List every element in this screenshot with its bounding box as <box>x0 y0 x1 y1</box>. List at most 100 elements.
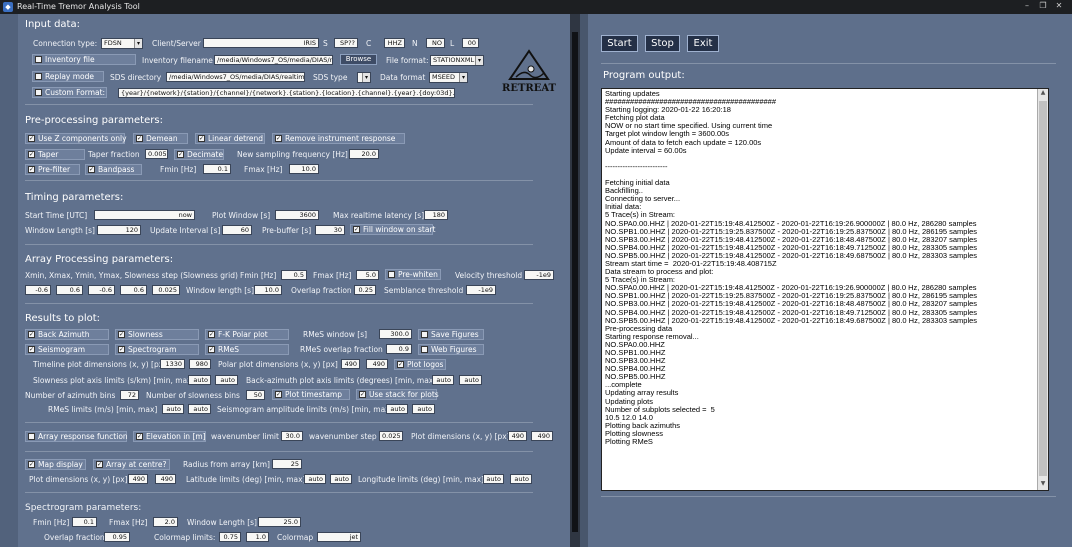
demean-checkbox[interactable]: ✓ Demean <box>133 133 188 144</box>
pane-divider[interactable] <box>580 14 588 547</box>
slowness-step-input[interactable]: 0.025 <box>152 285 180 295</box>
colormap-min-input[interactable]: 0.75 <box>219 532 241 542</box>
wavenumber-step-input[interactable]: 0.025 <box>379 431 403 441</box>
connection-type-select[interactable]: FDSN ▾ <box>101 38 143 49</box>
arf-plot-y-input[interactable]: 490 <box>531 431 553 441</box>
plot-timestamp-checkbox[interactable]: ✓ Plot timestamp <box>272 389 350 400</box>
map-plot-y-input[interactable]: 490 <box>155 474 176 484</box>
timeline-y-input[interactable]: 980 <box>189 359 211 369</box>
prewhiten-checkbox[interactable]: Pre-whiten <box>385 269 441 280</box>
decimate-checkbox[interactable]: ✓ Decimate <box>174 149 224 160</box>
array-response-checkbox[interactable]: Array response function <box>25 431 128 442</box>
window-length-input[interactable]: 120 <box>97 225 141 235</box>
radius-input[interactable]: 25 <box>272 459 302 469</box>
spec-overlap-input[interactable]: 0.95 <box>104 532 130 542</box>
sds-type-select[interactable]: ▾ <box>357 72 371 83</box>
fill-window-checkbox[interactable]: ✓ Fill window on start <box>350 224 435 235</box>
bandpass-checkbox[interactable]: ✓ Bandpass <box>85 164 142 175</box>
inventory-filename-input[interactable]: /media/Windows7_OS/media/DIAS/rea <box>214 55 333 65</box>
array-fmax-input[interactable]: 5.0 <box>356 270 379 280</box>
linear-detrend-checkbox[interactable]: ✓ Linear detrend <box>195 133 265 144</box>
semblance-threshold-input[interactable]: -1e9 <box>466 285 496 295</box>
custom-format-input[interactable]: {year}/{network}/{station}/{channel}/{ne… <box>118 88 455 98</box>
max-latency-input[interactable]: 180 <box>424 210 448 220</box>
new-sampling-input[interactable]: 20.0 <box>349 149 379 159</box>
array-centre-checkbox[interactable]: ✓ Array at centre? <box>93 459 170 470</box>
location-input[interactable]: 00 <box>462 38 479 48</box>
seismogram-max-input[interactable]: auto <box>412 404 435 414</box>
wavenumber-limit-input[interactable]: 30.0 <box>281 431 303 441</box>
baz-min-input[interactable]: auto <box>432 375 454 385</box>
fmax-input[interactable]: 10.0 <box>289 164 319 174</box>
spec-window-input[interactable]: 25.0 <box>258 517 301 527</box>
slowness-max-input[interactable]: auto <box>215 375 238 385</box>
use-z-checkbox[interactable]: ✓ Use Z components only <box>25 133 127 144</box>
rmes-checkbox[interactable]: ✓ RMeS <box>205 344 289 355</box>
data-format-select[interactable]: MSEED ▾ <box>429 72 468 83</box>
use-stack-checkbox[interactable]: ✓ Use stack for plots <box>356 389 439 400</box>
plot-window-input[interactable]: 3600 <box>275 210 319 220</box>
web-figures-checkbox[interactable]: Web Figures <box>418 344 484 355</box>
remove-response-checkbox[interactable]: ✓ Remove instrument response <box>272 133 405 144</box>
taper-checkbox[interactable]: ✓ Taper <box>25 149 85 160</box>
arf-plot-x-input[interactable]: 490 <box>508 431 527 441</box>
spec-fmax-input[interactable]: 2.0 <box>153 517 178 527</box>
map-display-checkbox[interactable]: ✓ Map display <box>25 459 86 470</box>
program-output-text[interactable]: Starting updates ########################… <box>601 88 1049 491</box>
seismogram-checkbox[interactable]: ✓ Seismogram <box>25 344 109 355</box>
rmes-min-input[interactable]: auto <box>162 404 184 414</box>
rmes-overlap-input[interactable]: 0.9 <box>386 344 412 354</box>
longitude-min-input[interactable]: auto <box>483 474 504 484</box>
back-azimuth-checkbox[interactable]: ✓ Back Azimuth <box>25 329 109 340</box>
browse-button[interactable]: Browse <box>340 54 377 65</box>
slowness-checkbox[interactable]: ✓ Slowness <box>115 329 199 340</box>
custom-format-checkbox[interactable]: Custom Format: <box>32 87 107 98</box>
xmax-input[interactable]: 0.6 <box>56 285 83 295</box>
azimuth-bins-input[interactable]: 72 <box>120 390 139 400</box>
slowness-bins-input[interactable]: 50 <box>246 390 265 400</box>
map-plot-x-input[interactable]: 490 <box>128 474 148 484</box>
polar-x-input[interactable]: 490 <box>341 359 360 369</box>
velocity-threshold-input[interactable]: -1e9 <box>524 270 554 280</box>
taper-fraction-input[interactable]: 0.005 <box>145 149 168 159</box>
close-button[interactable]: ✕ <box>1052 1 1066 13</box>
save-figures-checkbox[interactable]: Save Figures <box>418 329 484 340</box>
scrollbar-thumb[interactable] <box>572 32 578 532</box>
update-interval-input[interactable]: 60 <box>222 225 252 235</box>
colormap-max-input[interactable]: 1.0 <box>246 532 269 542</box>
channel-input[interactable]: HHZ <box>384 38 405 48</box>
colormap-input[interactable]: jet <box>317 532 361 542</box>
scroll-up-icon[interactable]: ▲ <box>1038 89 1048 99</box>
polar-y-input[interactable]: 490 <box>366 359 388 369</box>
baz-max-input[interactable]: auto <box>459 375 482 385</box>
latitude-max-input[interactable]: auto <box>330 474 352 484</box>
latitude-min-input[interactable]: auto <box>304 474 326 484</box>
plot-logos-checkbox[interactable]: ✓ Plot logos <box>394 359 446 370</box>
slowness-min-input[interactable]: auto <box>188 375 211 385</box>
exit-button[interactable]: Exit <box>687 35 719 52</box>
client-input[interactable]: IRIS <box>203 38 319 48</box>
ymax-input[interactable]: 0.6 <box>120 285 147 295</box>
replay-mode-checkbox[interactable]: Replay mode <box>32 71 104 82</box>
array-fmin-input[interactable]: 0.5 <box>281 270 307 280</box>
output-scrollbar[interactable]: ▲ ▼ <box>1037 89 1048 490</box>
prefilter-checkbox[interactable]: ✓ Pre-filter <box>25 164 80 175</box>
restore-button[interactable]: ❐ <box>1036 1 1050 13</box>
inventory-file-checkbox[interactable]: Inventory file <box>32 54 136 65</box>
stop-button[interactable]: Stop <box>645 35 680 52</box>
rmes-window-input[interactable]: 300.0 <box>379 329 412 339</box>
scroll-down-icon[interactable]: ▼ <box>1038 480 1048 490</box>
fmin-input[interactable]: 0.1 <box>203 164 231 174</box>
overlap-fraction-input[interactable]: 0.25 <box>354 285 376 295</box>
minimize-button[interactable]: – <box>1020 1 1034 13</box>
seismogram-min-input[interactable]: auto <box>386 404 408 414</box>
start-time-input[interactable]: now <box>94 210 195 220</box>
spectrogram-checkbox[interactable]: ✓ Spectrogram <box>115 344 199 355</box>
output-scrollbar-thumb[interactable] <box>1039 101 1047 476</box>
start-button[interactable]: Start <box>601 35 638 52</box>
timeline-x-input[interactable]: 1330 <box>160 359 185 369</box>
settings-scrollbar[interactable] <box>570 14 580 547</box>
xmin-input[interactable]: -0.6 <box>25 285 51 295</box>
array-window-length-input[interactable]: 10.0 <box>254 285 282 295</box>
file-format-select[interactable]: STATIONXML ▾ <box>430 55 484 66</box>
